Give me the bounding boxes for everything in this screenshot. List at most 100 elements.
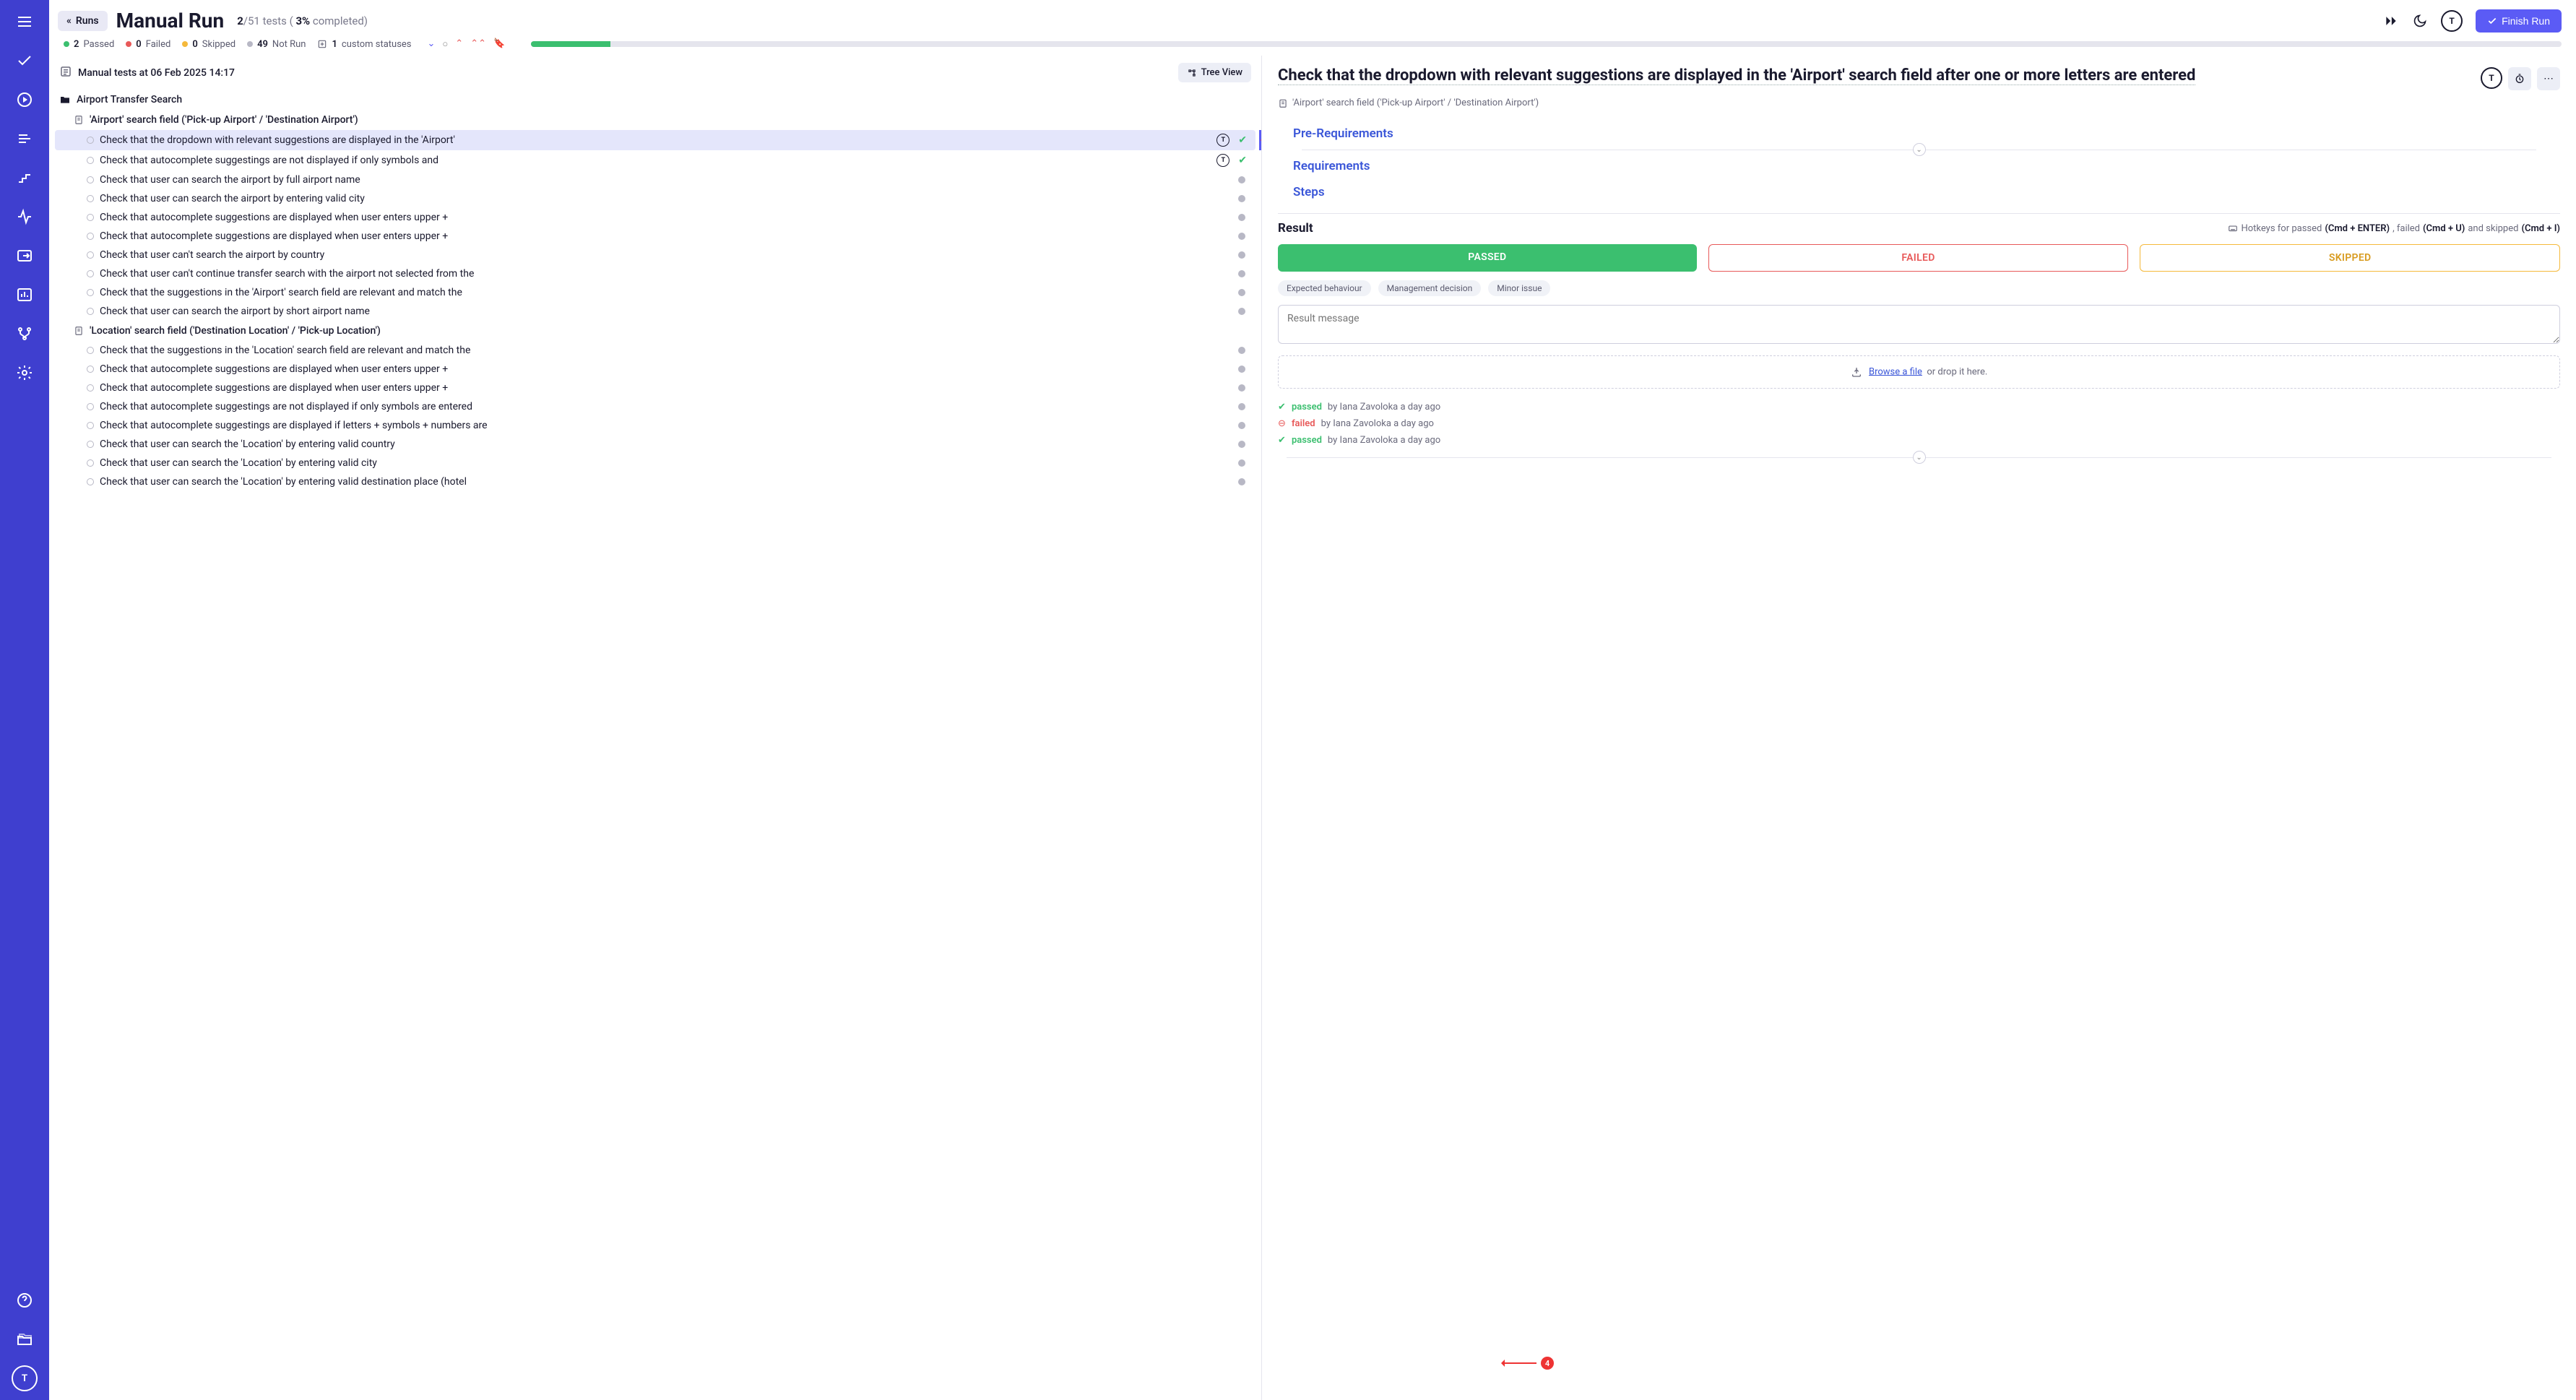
test-row[interactable]: Check that the suggestions in the 'Airpo… xyxy=(55,283,1255,302)
test-row[interactable]: Check that autocomplete suggestings are … xyxy=(55,397,1255,416)
status-ring-icon xyxy=(87,251,94,259)
skipped-button[interactable]: SKIPPED xyxy=(2140,244,2560,272)
test-row[interactable]: Check that user can search the airport b… xyxy=(55,170,1255,189)
play-icon[interactable] xyxy=(12,87,38,113)
list-icon xyxy=(59,65,72,81)
test-label: Check that autocomplete suggestings are … xyxy=(100,420,1232,431)
result-tag[interactable]: Expected behaviour xyxy=(1278,280,1371,296)
test-row[interactable]: Check that autocomplete suggestions are … xyxy=(55,208,1255,227)
test-label: Check that user can search the 'Location… xyxy=(100,457,1232,469)
back-label: Runs xyxy=(76,15,99,27)
top-actions: T Finish Run xyxy=(2383,9,2562,33)
result-tags: Expected behaviour Management decision Min… xyxy=(1278,280,2560,296)
bookmark-icon[interactable]: 🔖 xyxy=(493,38,505,50)
finish-run-button[interactable]: Finish Run xyxy=(2476,9,2562,33)
test-label: Check that user can search the airport b… xyxy=(100,174,1232,186)
settings-icon[interactable] xyxy=(12,360,38,386)
test-row[interactable]: Check that autocomplete suggestings are … xyxy=(55,150,1255,170)
status-ring-icon xyxy=(87,157,94,164)
breadcrumb[interactable]: 'Airport' search field ('Pick-up Airport… xyxy=(1278,98,2560,108)
test-label: Check that the dropdown with relevant su… xyxy=(100,134,1211,146)
app-logo[interactable]: T xyxy=(12,1365,38,1391)
folder-row[interactable]: Airport Transfer Search xyxy=(55,90,1255,110)
passed-button[interactable]: PASSED xyxy=(1278,244,1697,272)
suite-label: 'Airport' search field ('Pick-up Airport… xyxy=(90,114,358,126)
status-dot xyxy=(1238,347,1245,354)
suite-row[interactable]: 'Location' search field ('Destination Lo… xyxy=(55,321,1255,341)
branch-icon[interactable] xyxy=(12,321,38,347)
status-ring-icon xyxy=(87,403,94,410)
chevron-up-icon[interactable]: ⌃ xyxy=(455,38,463,50)
suite-row[interactable]: 'Airport' search field ('Pick-up Airport… xyxy=(55,110,1255,130)
result-tag[interactable]: Minor issue xyxy=(1488,280,1550,296)
result-heading: Result xyxy=(1278,221,1313,236)
circle-icon[interactable]: ○ xyxy=(442,38,448,50)
status-ring-icon xyxy=(87,270,94,277)
test-label: Check that user can't continue transfer … xyxy=(100,268,1232,280)
check-icon[interactable] xyxy=(12,48,38,74)
test-row[interactable]: Check that user can search the airport b… xyxy=(55,302,1255,321)
result-tag[interactable]: Management decision xyxy=(1378,280,1482,296)
list-icon[interactable] xyxy=(12,126,38,152)
test-row[interactable]: Check that autocomplete suggestions are … xyxy=(55,227,1255,246)
folders-icon[interactable] xyxy=(12,1326,38,1352)
stat-filter-icons: ⌄ ○ ⌃ ⌃⌃ 🔖 xyxy=(428,38,506,50)
test-row[interactable]: Check that autocomplete suggestions are … xyxy=(55,379,1255,397)
help-icon[interactable] xyxy=(12,1287,38,1313)
check-circle-icon: ✔ xyxy=(1278,435,1286,446)
stairs-icon[interactable] xyxy=(12,165,38,191)
stat-custom: 1custom statuses xyxy=(317,39,411,50)
test-row[interactable]: Check that user can search the airport b… xyxy=(55,189,1255,208)
test-label: Check that autocomplete suggestings are … xyxy=(100,401,1232,412)
analytics-icon[interactable] xyxy=(12,282,38,308)
test-row[interactable]: Check that autocomplete suggestings are … xyxy=(55,416,1255,435)
detail-title[interactable]: Check that the dropdown with relevant su… xyxy=(1278,66,2195,85)
failed-button[interactable]: FAILED xyxy=(1708,244,2129,272)
assignee-badge: T xyxy=(1216,134,1229,147)
history-meta: by Iana Zavoloka a day ago xyxy=(1328,402,1440,412)
assignee-avatar[interactable]: T xyxy=(2481,67,2502,89)
test-label: Check that autocomplete suggestions are … xyxy=(100,212,1232,223)
test-label: Check that autocomplete suggestions are … xyxy=(100,363,1232,375)
test-row[interactable]: Check that user can't search the airport… xyxy=(55,246,1255,264)
chevron-down-icon[interactable]: ⌄ xyxy=(428,38,436,50)
topbar: « Runs Manual Run 2/51 tests ( 3% comple… xyxy=(49,0,2576,35)
history-status: passed xyxy=(1292,435,1322,446)
test-row[interactable]: Check that user can search the 'Location… xyxy=(55,435,1255,454)
status-ring-icon xyxy=(87,441,94,448)
left-pane: Manual tests at 06 Feb 2025 14:17 Tree V… xyxy=(49,56,1262,1400)
test-row[interactable]: Check that the suggestions in the 'Locat… xyxy=(55,341,1255,360)
tree-view-button[interactable]: Tree View xyxy=(1178,63,1251,82)
section-requirements[interactable]: Requirements xyxy=(1293,153,2545,179)
suite-label: 'Location' search field ('Destination Lo… xyxy=(90,325,381,337)
more-button[interactable]: ⋯ xyxy=(2537,67,2560,90)
finish-run-label: Finish Run xyxy=(2502,15,2550,27)
detail-scroll: Check that the dropdown with relevant su… xyxy=(1262,56,2576,1400)
timer-button[interactable] xyxy=(2508,67,2531,90)
activity-icon[interactable] xyxy=(12,204,38,230)
moon-icon[interactable] xyxy=(2412,13,2428,29)
import-icon[interactable] xyxy=(12,243,38,269)
test-row[interactable]: Check that the dropdown with relevant su… xyxy=(55,130,1255,150)
test-row[interactable]: Check that user can search the 'Location… xyxy=(55,454,1255,472)
test-row[interactable]: Check that autocomplete suggestions are … xyxy=(55,360,1255,379)
page-title: Manual Run xyxy=(116,9,225,33)
fast-forward-icon[interactable] xyxy=(2383,13,2399,29)
test-row[interactable]: Check that user can search the 'Location… xyxy=(55,472,1255,491)
result-message-input[interactable] xyxy=(1278,305,2560,344)
browse-file-link[interactable]: Browse a file xyxy=(1869,366,1922,377)
test-row[interactable]: Check that user can't continue transfer … xyxy=(55,264,1255,283)
back-button[interactable]: « Runs xyxy=(58,11,108,31)
chevron-left-icon: « xyxy=(66,15,72,27)
check-circle-icon: ✔ xyxy=(1278,402,1286,412)
double-chevron-up-icon[interactable]: ⌃⌃ xyxy=(470,38,486,50)
main: « Runs Manual Run 2/51 tests ( 3% comple… xyxy=(49,0,2576,1400)
content-split: Manual tests at 06 Feb 2025 14:17 Tree V… xyxy=(49,56,2576,1400)
assignee-avatar[interactable]: T xyxy=(2441,10,2463,32)
history-collapse-toggle[interactable]: ⌄ xyxy=(1913,451,1926,464)
status-ring-icon xyxy=(87,384,94,392)
collapse-toggle[interactable]: ⌄ xyxy=(1913,143,1926,156)
file-dropzone[interactable]: Browse a file or drop it here. xyxy=(1278,355,2560,389)
menu-icon[interactable] xyxy=(12,9,38,35)
section-steps[interactable]: Steps xyxy=(1293,179,2545,205)
